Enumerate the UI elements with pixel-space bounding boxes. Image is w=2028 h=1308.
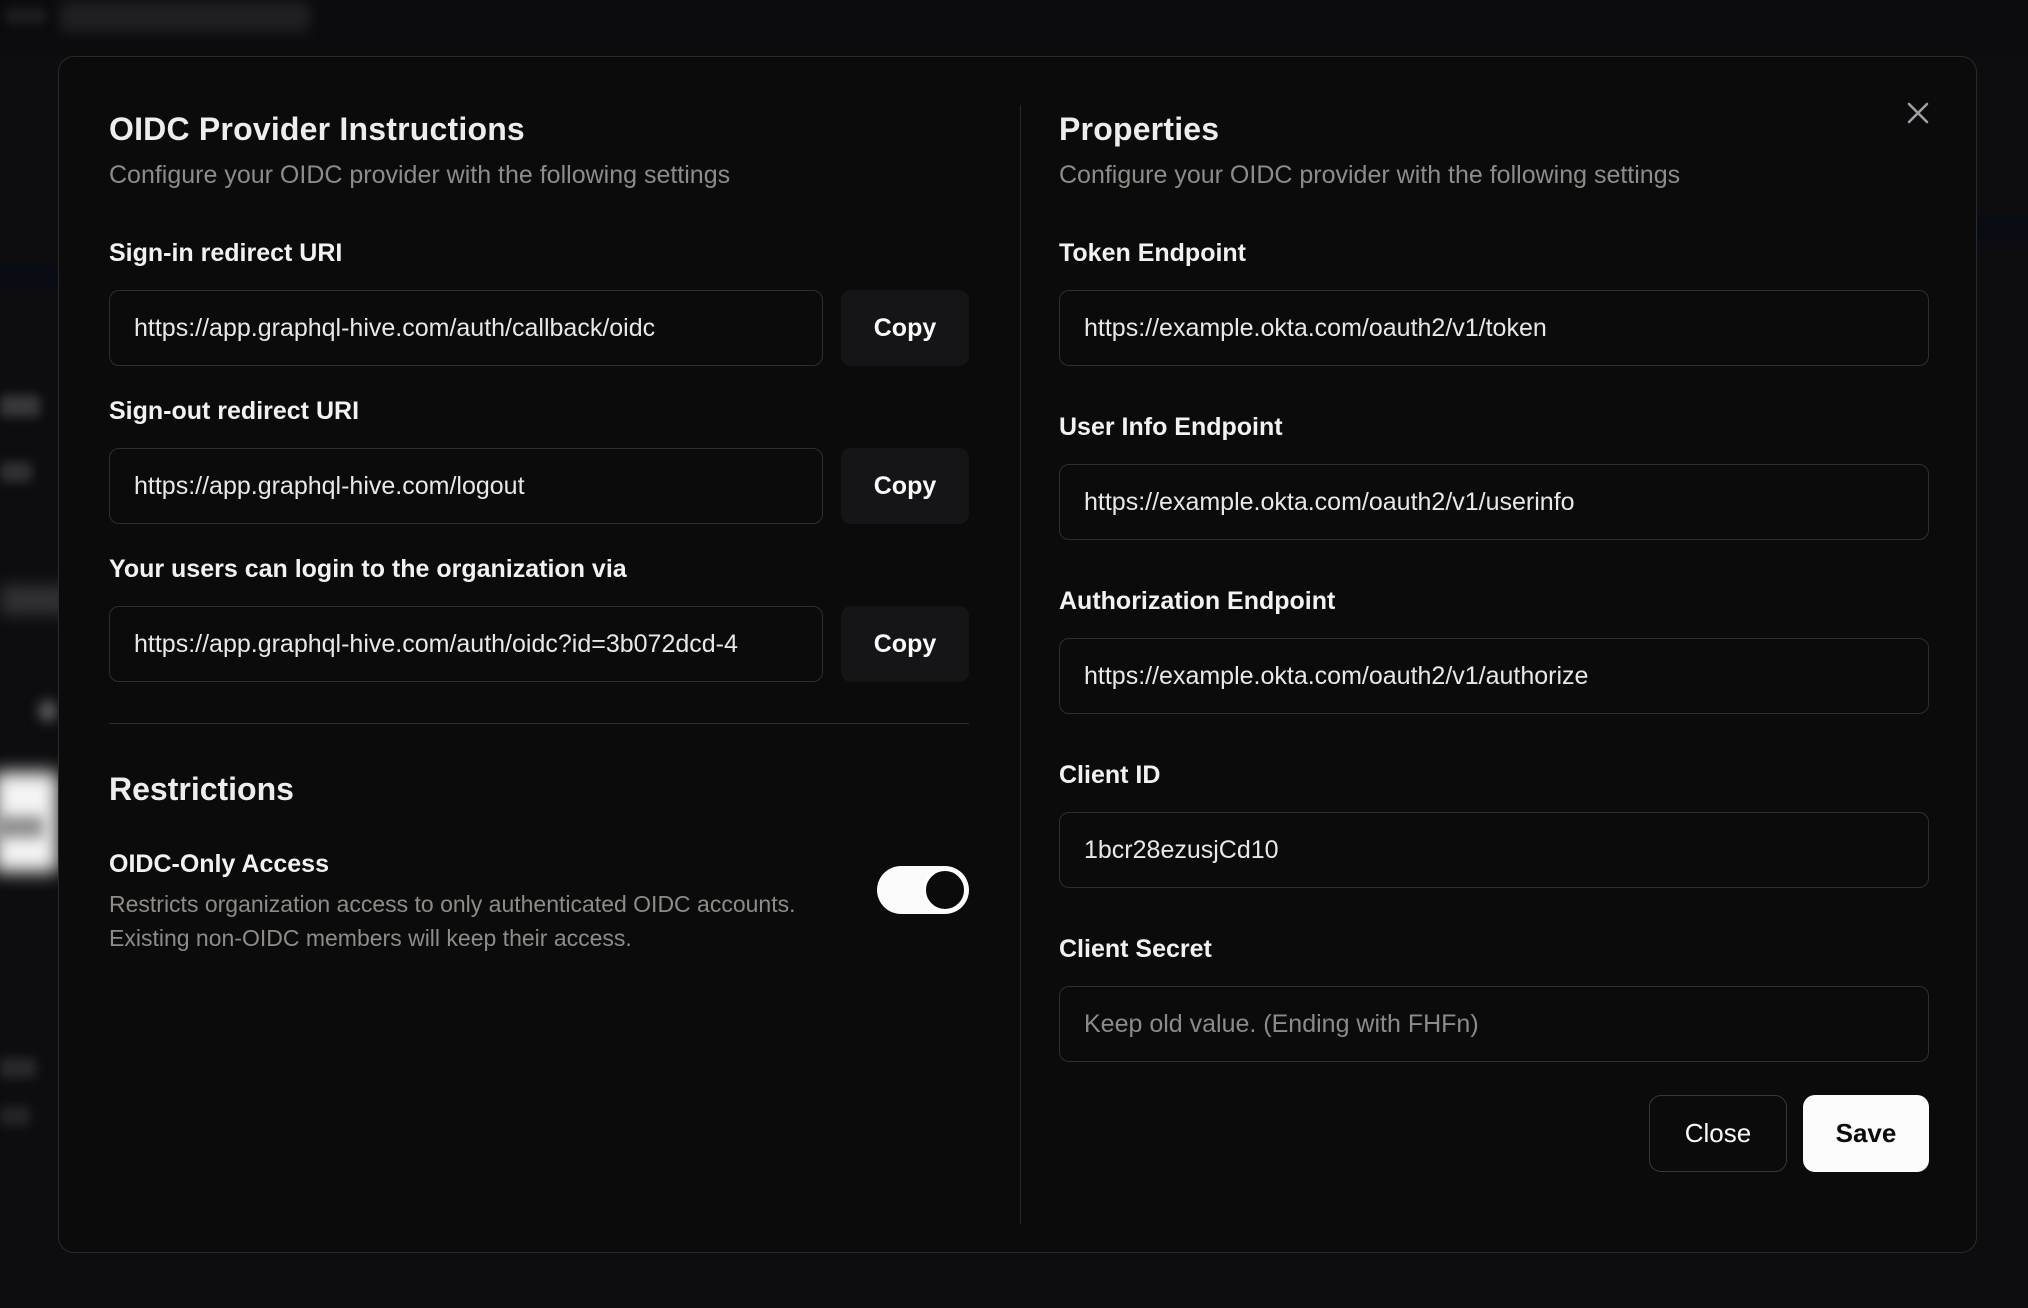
client-id-label: Client ID	[1059, 761, 1161, 789]
authorization-endpoint-row	[1059, 638, 1929, 714]
signin-redirect-row: Copy	[109, 290, 969, 366]
userinfo-endpoint-input[interactable]	[1059, 464, 1929, 540]
modal-actions: Close Save	[1649, 1095, 1929, 1172]
client-secret-label: Client Secret	[1059, 935, 1212, 963]
userinfo-endpoint-row	[1059, 464, 1929, 540]
close-button[interactable]: Close	[1649, 1095, 1787, 1172]
background-logo-blur-small	[6, 8, 46, 24]
save-button[interactable]: Save	[1803, 1095, 1929, 1172]
section-divider	[109, 723, 969, 724]
instructions-panel: OIDC Provider Instructions Configure you…	[59, 57, 1019, 1252]
background-artifact	[0, 395, 40, 417]
signout-redirect-label: Sign-out redirect URI	[109, 397, 360, 425]
org-login-input[interactable]	[109, 606, 823, 682]
token-endpoint-row	[1059, 290, 1929, 366]
oidc-only-access-row: OIDC-Only Access Restricts organization …	[109, 850, 969, 955]
signin-redirect-label: Sign-in redirect URI	[109, 239, 343, 267]
description-line-2: Existing non-OIDC members will keep thei…	[109, 925, 632, 951]
client-id-input[interactable]	[1059, 812, 1929, 888]
oidc-only-access-label: OIDC-Only Access	[109, 850, 329, 878]
properties-title: Properties	[1059, 111, 1220, 147]
signout-redirect-input[interactable]	[109, 448, 823, 524]
copy-signin-button[interactable]: Copy	[841, 290, 969, 366]
authorization-endpoint-input[interactable]	[1059, 638, 1929, 714]
background-artifact	[38, 700, 58, 722]
background-topbar	[0, 0, 2028, 56]
instructions-subtitle: Configure your OIDC provider with the fo…	[109, 161, 731, 189]
copy-signout-button[interactable]: Copy	[841, 448, 969, 524]
signout-redirect-row: Copy	[109, 448, 969, 524]
copy-org-login-button[interactable]: Copy	[841, 606, 969, 682]
token-endpoint-input[interactable]	[1059, 290, 1929, 366]
background-band-left	[0, 266, 58, 290]
properties-subtitle: Configure your OIDC provider with the fo…	[1059, 161, 1681, 189]
oidc-settings-modal: OIDC Provider Instructions Configure you…	[58, 56, 1977, 1253]
userinfo-endpoint-label: User Info Endpoint	[1059, 413, 1283, 441]
properties-panel: Properties Configure your OIDC provider …	[1019, 57, 1976, 1252]
client-secret-row	[1059, 986, 1929, 1062]
org-login-row: Copy	[109, 606, 969, 682]
toggle-thumb	[923, 868, 967, 912]
instructions-title: OIDC Provider Instructions	[109, 111, 525, 147]
token-endpoint-label: Token Endpoint	[1059, 239, 1247, 267]
authorization-endpoint-label: Authorization Endpoint	[1059, 587, 1336, 615]
org-login-label: Your users can login to the organization…	[109, 555, 627, 583]
oidc-only-access-description: Restricts organization access to only au…	[109, 887, 796, 955]
oidc-only-toggle[interactable]	[877, 866, 969, 914]
restrictions-title: Restrictions	[109, 771, 294, 807]
background-white-button-blur	[0, 772, 58, 872]
signin-redirect-input[interactable]	[109, 290, 823, 366]
client-secret-input[interactable]	[1059, 986, 1929, 1062]
description-line-1: Restricts organization access to only au…	[109, 891, 796, 917]
background-logo-blur	[60, 2, 310, 32]
client-id-row	[1059, 812, 1929, 888]
background-artifact	[0, 816, 44, 838]
background-artifact	[0, 1058, 36, 1078]
background-artifact	[0, 462, 32, 482]
background-band-right	[1978, 214, 2028, 244]
oidc-only-access-text: OIDC-Only Access Restricts organization …	[109, 850, 796, 955]
background-artifact	[0, 1106, 30, 1126]
